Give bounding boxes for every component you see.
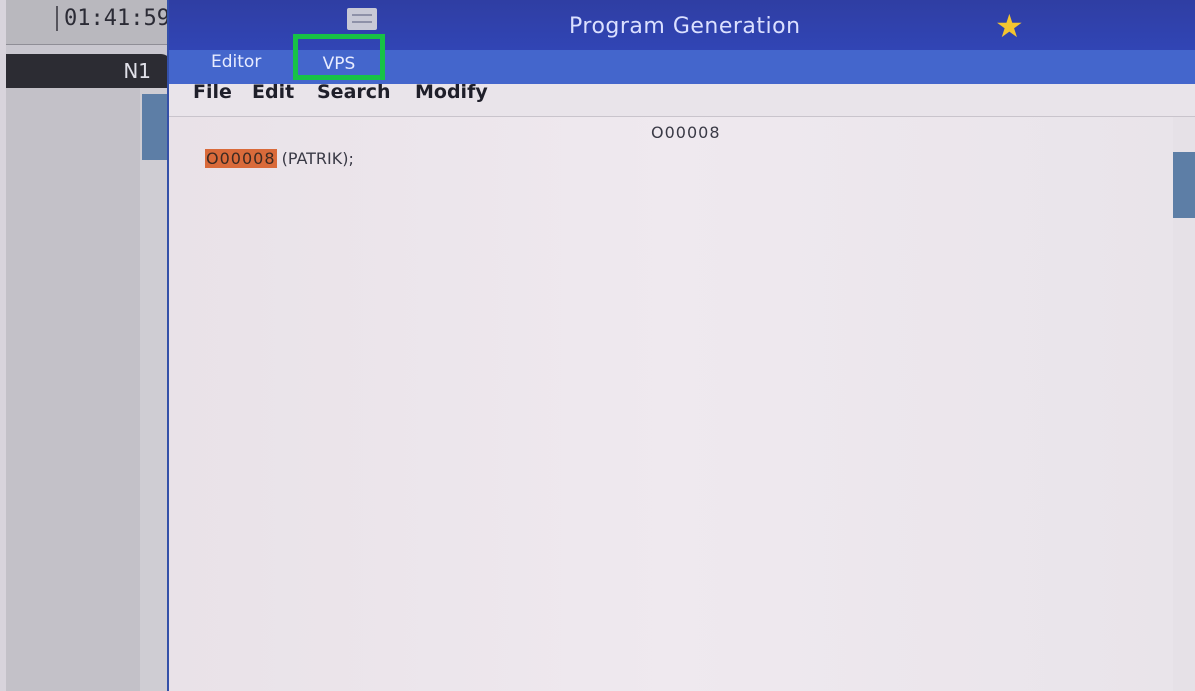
clock-box: 01:41:59 [6,0,174,45]
menu-bar: File Edit Search Modify [169,81,1195,117]
cursor-highlight: O00008 [205,149,277,168]
editor-scrollbar-thumb[interactable] [1173,152,1195,218]
menu-edit[interactable]: Edit [252,81,294,103]
left-scrollbar[interactable] [140,88,168,691]
menu-search[interactable]: Search [317,81,391,103]
star-icon[interactable]: ★ [995,10,1024,42]
tab-editor[interactable]: Editor [211,52,261,72]
program-number: O00008 [651,123,721,142]
tab-vps[interactable]: VPS [293,34,385,80]
left-scrollbar-thumb[interactable] [142,94,167,160]
code-text: (PATRIK); [276,149,354,168]
page-title: Program Generation [569,14,801,39]
line-number-label: N1 [123,59,151,83]
line-number-tab[interactable]: N1 [6,54,171,88]
hamburger-icon[interactable] [347,8,377,30]
menu-file[interactable]: File [193,81,232,103]
left-list [6,88,140,691]
clock: 01:41:59 [56,6,170,31]
editor-area[interactable]: O00008 O00008 (PATRIK); [169,117,1173,691]
main-window: Program Generation ★ Editor VPS File Edi… [167,0,1195,691]
tab-bar: Editor VPS [169,34,1195,84]
tab-vps-label: VPS [322,54,356,74]
menu-modify[interactable]: Modify [415,81,488,103]
code-line[interactable]: O00008 (PATRIK); [205,149,354,168]
